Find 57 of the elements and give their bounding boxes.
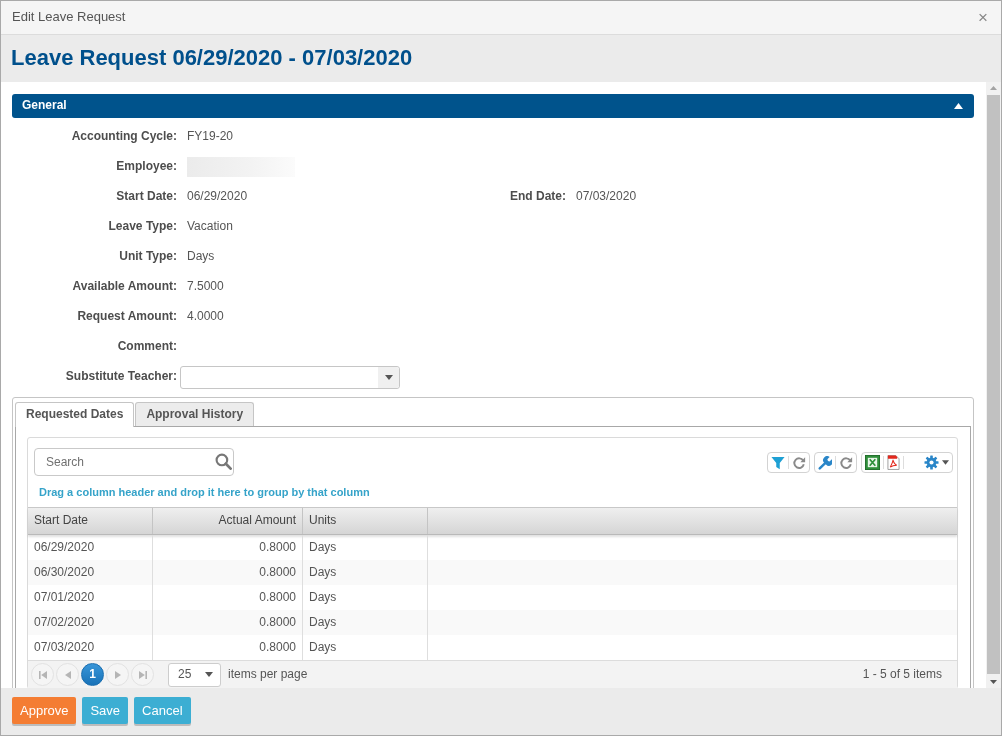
table-cell: Days [303,610,428,635]
pager-summary: 1 - 5 of 5 items [862,666,942,683]
field-label: Comment: [116,339,177,355]
search-field[interactable]: Search [34,448,234,476]
page-size-select[interactable]: 25 [168,662,221,687]
refresh-icon[interactable] [839,455,853,470]
table-cell: 06/30/2020 [28,560,153,585]
field-value: 06/29/2020 [187,189,248,205]
field-label: Available Amount: [71,279,177,295]
previous-icon [64,670,71,679]
caret-down-icon [205,672,213,677]
caret-down-icon [384,374,393,380]
page-title: Leave Request 06/29/2020 - 07/03/2020 [11,45,413,72]
tab[interactable]: Approval History [135,402,255,426]
page-size-label: items per page [228,666,308,683]
field-value: 4.0000 [187,309,224,325]
spreadsheet-icon[interactable] [865,455,880,470]
first-page-icon [38,670,47,679]
caret-down-icon[interactable] [942,460,949,465]
settings-icon[interactable] [924,455,939,470]
column-header[interactable]: Actual Amount [153,508,303,534]
scroll-up-icon[interactable] [990,86,997,90]
field-value: Vacation [187,219,233,235]
field-label: Start Date: [115,189,177,205]
table-cell: 0.8000 [153,560,303,585]
search-icon [215,453,232,470]
field-label: Accounting Cycle: [70,129,177,145]
field-label: Employee: [115,159,177,175]
dropdown-field[interactable] [180,365,400,389]
dialog-title: Edit Leave Request [12,9,126,26]
next-icon [114,670,121,679]
field-label: End Date: [509,189,566,205]
column-header[interactable]: Start Date [28,508,153,534]
table-cell: 07/02/2020 [28,610,153,635]
column-header[interactable]: Units [303,508,428,534]
field-label: Leave Type: [107,219,177,235]
field-value: Days [187,249,215,265]
section-header-bar[interactable]: General [12,94,974,118]
field-label: Request Amount: [76,309,177,325]
section-title: General [22,98,67,114]
field-value: FY19-20 [187,129,234,145]
group-by-hint: Drag a column header and drop it here to group by that column [38,485,371,500]
page-button[interactable]: 1 [81,663,104,686]
field-label: Substitute Teacher: [64,369,177,385]
field-value: 7.5000 [187,279,224,295]
table-cell: 0.8000 [153,610,303,635]
table-cell: Days [303,560,428,585]
pdf-document-icon[interactable] [887,455,900,470]
tab[interactable]: Requested Dates [15,402,135,427]
field-value: 07/03/2020 [576,189,637,205]
scroll-down-icon[interactable] [990,680,997,684]
refresh-icon[interactable] [792,455,806,470]
wrench-icon[interactable] [818,455,832,470]
field-label: Unit Type: [118,249,177,265]
scrollbar-thumb[interactable] [987,95,1000,674]
last-page-icon [138,670,147,679]
filter-icon[interactable] [771,455,785,470]
